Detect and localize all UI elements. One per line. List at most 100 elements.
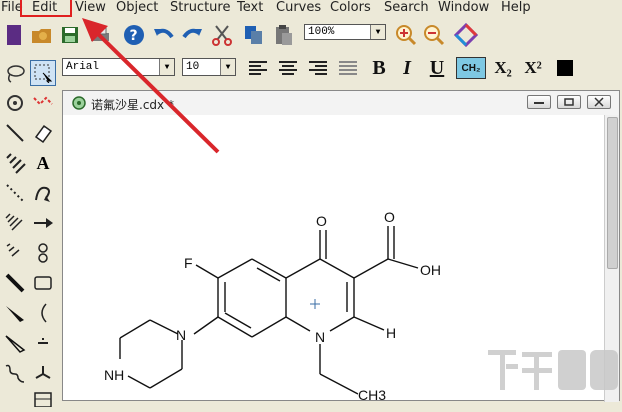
dashed-bond-icon: [6, 184, 24, 202]
zoom-in-icon: [396, 25, 417, 46]
orbital-tool[interactable]: [30, 240, 56, 266]
align-left-button[interactable]: [246, 56, 270, 80]
bond-tool[interactable]: [2, 120, 28, 146]
chain-tool[interactable]: [30, 90, 56, 116]
color-button[interactable]: [454, 22, 478, 48]
eraser-tool[interactable]: [30, 120, 56, 146]
copy-icon: [245, 26, 262, 44]
arrow-icon: [34, 218, 53, 228]
zoom-out-icon: [424, 25, 445, 46]
bold-bond-tool[interactable]: [2, 270, 28, 296]
zoom-in-button[interactable]: [394, 22, 418, 48]
align-right-icon: [309, 61, 327, 75]
rotate-tool[interactable]: [2, 90, 28, 116]
diamond-color-icon: [454, 23, 478, 47]
new-document-icon: [7, 25, 21, 45]
charge-icon: [38, 338, 48, 344]
atom-h: H: [386, 325, 396, 341]
download-site-watermark-logo: [488, 350, 618, 390]
scrollbar-thumb[interactable]: [607, 117, 618, 269]
charge-tool[interactable]: [30, 330, 56, 356]
menu-colors[interactable]: Colors: [330, 0, 371, 16]
chain-icon: [33, 96, 53, 106]
justify-icon: [339, 61, 357, 75]
annotation-arrow: [82, 18, 220, 154]
menu-help[interactable]: Help: [501, 0, 531, 16]
open-button[interactable]: [30, 22, 54, 48]
text-color-button[interactable]: [554, 56, 576, 80]
dashed-bond-tool[interactable]: [2, 180, 28, 206]
menu-text[interactable]: Text: [237, 0, 263, 16]
tool-palette: A: [0, 58, 60, 407]
atom-labels: O O OH F N N NH H CH3: [104, 209, 441, 401]
menu-search[interactable]: Search: [384, 0, 429, 16]
template-icon: [35, 366, 51, 379]
orbital-icon: [38, 243, 48, 263]
minimize-icon: [534, 102, 544, 104]
justify-button[interactable]: [336, 56, 360, 80]
atom-n-quinolone: N: [315, 329, 325, 345]
align-center-icon: [279, 61, 297, 75]
solid-wedge-tool[interactable]: [2, 300, 28, 326]
marquee-tool[interactable]: [30, 60, 56, 86]
close-icon: [594, 97, 604, 107]
atom-o-acid: O: [384, 209, 395, 225]
arrow-shaft: [92, 28, 220, 154]
atom-oh: OH: [420, 262, 441, 278]
arrow-tool[interactable]: [30, 210, 56, 236]
hashed-wedge-icon: [6, 243, 20, 257]
bracket-tool[interactable]: [30, 300, 56, 326]
zoom-select[interactable]: 100% ▼: [304, 24, 386, 40]
atom-o-ketone: O: [316, 213, 327, 229]
lasso-tool[interactable]: [2, 60, 28, 86]
menu-window[interactable]: Window: [438, 0, 489, 16]
text-tool[interactable]: A: [30, 150, 56, 176]
hashed-bond-tool[interactable]: [2, 150, 28, 176]
table-icon: [34, 392, 52, 407]
rectangle-icon: [34, 276, 52, 290]
color-swatch-icon: [557, 60, 573, 76]
open-folder-icon: [32, 29, 51, 43]
solid-wedge-icon: [6, 306, 24, 322]
hollow-wedge-tool[interactable]: [2, 330, 28, 356]
drawing-element-tool[interactable]: [30, 270, 56, 296]
bracket-icon: [41, 303, 47, 323]
superscript-button[interactable]: X²: [520, 56, 546, 80]
underline-button[interactable]: U: [426, 56, 448, 80]
zoom-out-button[interactable]: [422, 22, 446, 48]
subscript-button[interactable]: X₂: [490, 56, 516, 80]
atom-f: F: [184, 255, 193, 271]
restore-icon: [564, 98, 574, 106]
wavy-bond-icon: [5, 364, 25, 383]
marquee-select-icon: [34, 64, 53, 83]
align-center-button[interactable]: [276, 56, 300, 80]
lasso-icon: [7, 65, 25, 83]
pen-tool[interactable]: [30, 180, 56, 206]
atom-n-piperazine: N: [176, 327, 186, 343]
minimize-button[interactable]: [527, 95, 551, 109]
atom-nh: NH: [104, 367, 124, 383]
menu-curves[interactable]: Curves: [276, 0, 321, 16]
template-tool[interactable]: [30, 360, 56, 386]
eraser-icon: [34, 124, 53, 144]
rotate-icon: [7, 95, 23, 111]
new-document-button[interactable]: [2, 22, 26, 48]
paste-icon: [276, 25, 292, 45]
paste-button[interactable]: [272, 22, 296, 48]
italic-button[interactable]: I: [398, 56, 416, 80]
table-tool[interactable]: [30, 386, 56, 412]
wavy-bond-tool[interactable]: [2, 360, 28, 386]
single-bond-icon: [6, 124, 24, 142]
align-right-button[interactable]: [306, 56, 330, 80]
restore-button[interactable]: [557, 95, 581, 109]
zoom-value: 100%: [308, 26, 335, 38]
chemical-formula-button[interactable]: CH₂: [456, 57, 486, 79]
close-button[interactable]: [587, 95, 611, 109]
copy-button[interactable]: [242, 22, 266, 48]
wedge-bond-tool[interactable]: [2, 210, 28, 236]
pen-icon: [35, 186, 50, 202]
chevron-down-icon[interactable]: ▼: [370, 25, 385, 39]
bold-button[interactable]: B: [368, 56, 390, 80]
bold-dashed-tool[interactable]: [2, 240, 28, 266]
bonds: [119, 226, 419, 395]
